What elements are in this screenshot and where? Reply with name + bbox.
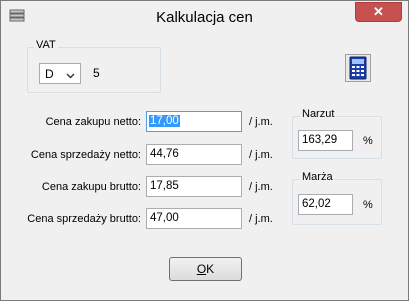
gross-sale-input[interactable]: 47,00 [146,208,242,229]
net-purchase-input[interactable]: 17,00 [146,111,242,132]
close-icon: ✕ [373,4,384,19]
margin-legend: Marża [300,171,335,183]
vat-select-value: D [45,67,54,81]
unit-label: / j.m. [249,213,273,225]
markup-value: 163,29 [302,134,338,146]
gross-purchase-label: Cena zakupu brutto: [41,181,141,193]
margin-value: 62,02 [302,198,331,210]
net-sale-label: Cena sprzedaży netto: [30,149,141,161]
ok-button[interactable]: OK [169,257,242,281]
vat-legend: VAT [34,39,58,51]
gross-sale-value: 47,00 [150,212,179,224]
markup-percent: % [363,135,373,147]
window-title: Kalkulacja cen [156,9,253,26]
net-purchase-label: Cena zakupu netto: [45,116,141,128]
title-bar[interactable]: Kalkulacja cen ✕ [1,1,408,32]
calculator-button[interactable] [345,54,371,82]
chevron-down-icon [66,69,75,79]
margin-input[interactable]: 62,02 [298,194,353,215]
net-sale-input[interactable]: 44,76 [146,144,242,165]
gross-purchase-input[interactable]: 17,85 [146,176,242,197]
markup-legend: Narzut [300,108,337,120]
net-purchase-value: 17,00 [149,115,180,127]
unit-label: / j.m. [249,149,273,161]
markup-input[interactable]: 163,29 [298,130,353,151]
close-button[interactable]: ✕ [355,2,402,22]
unit-label: / j.m. [249,181,273,193]
vat-rate: 5 [93,66,100,80]
ok-button-label: K [206,262,215,276]
net-sale-value: 44,76 [150,148,179,160]
dialog-window: Kalkulacja cen ✕ VAT D 5 Cena zakupu net… [0,0,409,301]
gross-sale-label: Cena sprzedaży brutto: [27,213,141,225]
gross-purchase-value: 17,85 [150,180,179,192]
calculator-icon [346,56,370,84]
margin-percent: % [363,199,373,211]
unit-label: / j.m. [249,116,273,128]
vat-select[interactable]: D [39,63,81,84]
ok-button-mnemonic: O [196,262,207,276]
